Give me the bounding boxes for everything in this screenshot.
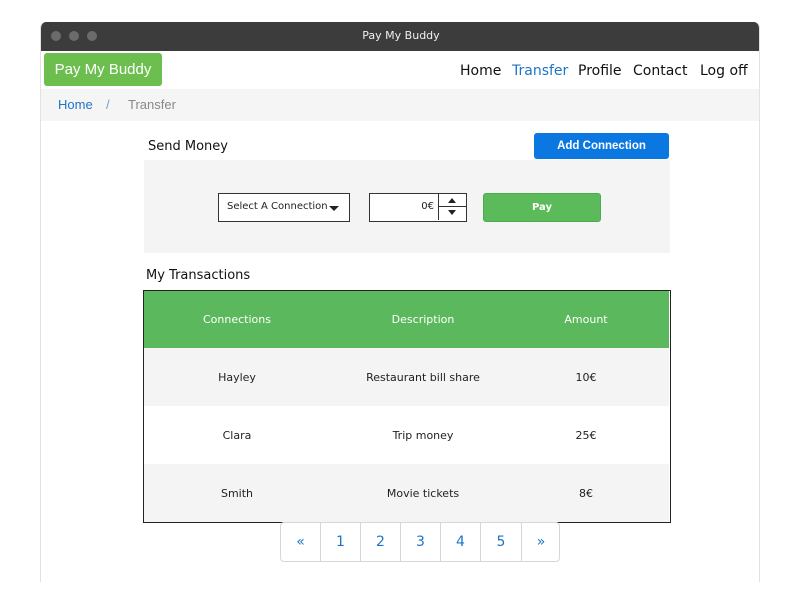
connection-select-value: Select A Connection [227,201,328,212]
pagination-page-2[interactable]: 2 [361,523,401,561]
increment-button[interactable] [439,194,466,207]
column-header-amount: Amount [564,313,608,326]
nav-link-profile[interactable]: Profile [578,63,622,79]
amount-input-value: 0€ [421,201,434,212]
cell-amount: 8€ [579,486,593,500]
caret-down-icon [329,206,339,211]
breadcrumb-separator: / [106,97,110,112]
stepper-controls [438,194,466,220]
caret-down-icon [448,210,456,215]
transactions-table: Connections Description Amount Hayley Re… [143,290,671,523]
column-header-connections: Connections [203,313,271,326]
decrement-button[interactable] [439,207,466,220]
table-header: Connections Description Amount [144,291,669,348]
amount-stepper[interactable]: 0€ [369,193,467,222]
pagination-page-5[interactable]: 5 [481,523,522,561]
cell-connection: Hayley [218,370,256,384]
cell-connection: Smith [220,486,254,500]
send-money-panel: Select A Connection 0€ Pay [144,160,670,253]
brand-logo-button[interactable]: Pay My Buddy [44,53,162,86]
connection-select[interactable]: Select A Connection [218,193,350,222]
pagination-next-button[interactable]: » [522,523,559,561]
app-window: Pay My Buddy Pay My Buddy Home Transfer … [40,22,760,582]
breadcrumb-home-link[interactable]: Home [58,97,93,112]
transactions-title: My Transactions [146,268,251,283]
add-connection-button[interactable]: Add Connection [534,133,669,159]
cell-connection: Clara [222,428,252,442]
column-header-description: Description [391,313,455,326]
pagination: « 1 2 3 4 5 » [280,522,560,562]
pagination-page-1[interactable]: 1 [321,523,361,561]
cell-description: Movie tickets [386,486,460,500]
cell-description: Restaurant bill share [366,370,480,384]
window-title: Pay My Buddy [362,29,440,42]
send-money-title: Send Money [148,139,228,154]
navbar: Pay My Buddy Home Transfer Profile Conta… [41,51,759,89]
cell-amount: 10€ [575,370,597,384]
caret-up-icon [448,198,456,203]
nav-link-log-off[interactable]: Log off [700,63,748,79]
cell-amount: 25€ [575,428,597,442]
table-row: Hayley Restaurant bill share 10€ [144,348,669,406]
nav-link-contact[interactable]: Contact [633,63,687,79]
breadcrumb: Home / Transfer [41,89,759,121]
pay-button[interactable]: Pay [483,193,601,222]
table-row: Smith Movie tickets 8€ [144,464,669,522]
title-bar: Pay My Buddy [41,22,759,51]
nav-link-transfer[interactable]: Transfer [512,63,568,79]
breadcrumb-current: Transfer [128,97,176,112]
cell-description: Trip money [392,428,454,442]
pagination-prev-button[interactable]: « [281,523,321,561]
pagination-page-4[interactable]: 4 [441,523,481,561]
table-row: Clara Trip money 25€ [144,406,669,464]
pagination-page-3[interactable]: 3 [401,523,441,561]
nav-link-home[interactable]: Home [460,63,501,79]
